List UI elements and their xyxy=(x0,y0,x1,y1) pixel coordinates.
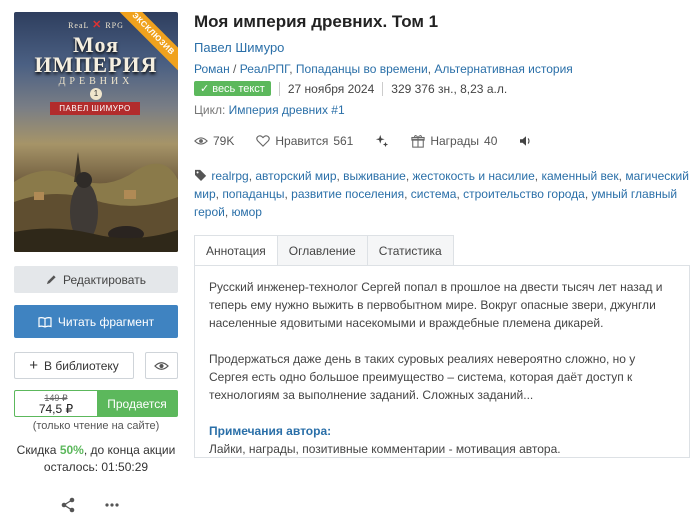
tag-link[interactable]: каменный век xyxy=(541,169,618,183)
discount-info: Скидка 50%, до конца акции осталось: 01:… xyxy=(16,443,176,474)
price-note: (только чтение на сайте) xyxy=(32,420,160,432)
edit-button[interactable]: Редактировать xyxy=(14,266,178,293)
speaker-icon xyxy=(520,136,530,146)
book-meta: ✓ весь текст 27 ноября 2024 329 376 зн.,… xyxy=(194,81,507,96)
new-price: 74,5 ₽ xyxy=(38,402,74,416)
read-fragment-button[interactable]: Читать фрагмент xyxy=(14,305,178,338)
buy-button[interactable]: Продается xyxy=(97,391,177,416)
book-cover[interactable]: ReaL ✕ RPG Моя ИМПЕРИЯ ДРЕВНИХ 1 ПАВЕЛ Ш… xyxy=(14,12,178,252)
full-text-badge: ✓ весь текст xyxy=(194,81,271,96)
awards-button[interactable]: Награды 40 xyxy=(411,134,497,148)
cycle-link[interactable]: Империя древних #1 xyxy=(229,103,345,117)
eye-icon xyxy=(154,361,169,370)
tag-list: realrpg, авторский мир, выживание, жесто… xyxy=(194,169,689,219)
tab-contents[interactable]: Оглавление xyxy=(277,235,368,266)
pencil-icon xyxy=(46,275,56,285)
tag-link[interactable]: выживание xyxy=(343,169,406,183)
divider xyxy=(382,81,384,96)
like-button[interactable]: Нравится 561 xyxy=(256,134,353,148)
gift-icon xyxy=(411,135,425,148)
add-to-library-button[interactable]: + В библиотеку xyxy=(14,352,134,379)
price-box[interactable]: 149 ₽ 74,5 ₽ Продается xyxy=(14,390,178,417)
tag-icon xyxy=(195,169,207,181)
tag-link[interactable]: развитие поселения xyxy=(291,187,404,201)
cover-author-banner: ПАВЕЛ ШИМУРО xyxy=(50,102,140,115)
tag-link[interactable]: строительство города xyxy=(463,187,585,201)
awards-label: Награды xyxy=(430,134,480,148)
checkmark-icon: ✓ xyxy=(200,83,210,95)
tag-link[interactable]: жестокость и насилие xyxy=(413,169,535,183)
book-title: Моя империя древних. Том 1 xyxy=(194,12,439,31)
tag-link[interactable]: юмор xyxy=(232,205,262,219)
genre-link[interactable]: РеалРПГ xyxy=(240,62,290,76)
book-size: 329 376 зн., 8,23 а.л. xyxy=(391,81,508,96)
audio-button[interactable] xyxy=(519,135,533,147)
price-values: 149 ₽ 74,5 ₽ xyxy=(15,391,97,416)
share-row xyxy=(60,497,120,513)
more-options-icon[interactable] xyxy=(104,497,120,513)
cover-title-line3: ДРЕВНИХ xyxy=(58,76,134,87)
awards-count: 40 xyxy=(484,134,498,148)
share-icon[interactable] xyxy=(60,497,76,513)
edit-button-label: Редактировать xyxy=(63,272,146,287)
sparkle-icon xyxy=(376,134,389,148)
discount-remaining: осталось: 01:50:29 xyxy=(43,460,149,474)
read-fragment-label: Читать фрагмент xyxy=(57,314,155,329)
annotation-paragraph: Русский инженер-технолог Сергей попал в … xyxy=(209,280,663,330)
plus-icon: + xyxy=(29,357,38,374)
genre-list: Роман / РеалРПГ, Попаданцы во времени, А… xyxy=(194,62,573,76)
publish-date: 27 ноября 2024 xyxy=(287,81,375,96)
add-to-library-label: В библиотеку xyxy=(43,358,119,373)
genre-link[interactable]: Роман xyxy=(194,62,230,76)
divider xyxy=(278,81,280,96)
stats-row: 79K Нравится 561 Награды 40 xyxy=(194,134,555,148)
cover-volume-mark: 1 xyxy=(90,88,102,100)
author-link[interactable]: Павел Шимуро xyxy=(194,40,284,55)
likes-label: Нравится xyxy=(275,134,329,148)
annotation-paragraph: Продержаться даже день в таких суровых р… xyxy=(209,352,636,402)
tag-link[interactable]: авторский мир xyxy=(255,169,336,183)
author-notes-title: Примечания автора: xyxy=(209,424,332,438)
cycle-info: Цикл: Империя древних #1 xyxy=(194,103,345,117)
discount-percent: 50% xyxy=(59,443,84,457)
open-book-icon xyxy=(38,316,52,328)
tag-link[interactable]: попаданцы xyxy=(222,187,284,201)
likes-count: 561 xyxy=(333,134,354,148)
tag-link[interactable]: realrpg xyxy=(211,169,248,183)
views-count: 79K xyxy=(213,134,235,148)
heart-icon xyxy=(256,135,271,147)
author-notes-text: Лайки, награды, позитивные комментарии -… xyxy=(209,442,561,456)
genre-link[interactable]: Попаданцы во времени xyxy=(296,62,428,76)
annotation-panel: Русский инженер-технолог Сергей попал в … xyxy=(194,265,690,458)
cover-illustration xyxy=(14,152,178,252)
tab-annotation[interactable]: Аннотация xyxy=(194,235,278,266)
follow-button[interactable] xyxy=(145,352,178,379)
tag-link[interactable]: система xyxy=(411,187,457,201)
views-stat: 79K xyxy=(194,134,234,148)
tab-bar: Аннотация Оглавление Статистика xyxy=(194,235,454,266)
cover-title-line2: ИМПЕРИЯ xyxy=(34,52,158,77)
tab-statistics[interactable]: Статистика xyxy=(367,235,454,266)
genre-link[interactable]: Альтернативная история xyxy=(434,62,572,76)
eye-icon xyxy=(194,137,208,145)
sparkle-button[interactable] xyxy=(375,134,389,148)
